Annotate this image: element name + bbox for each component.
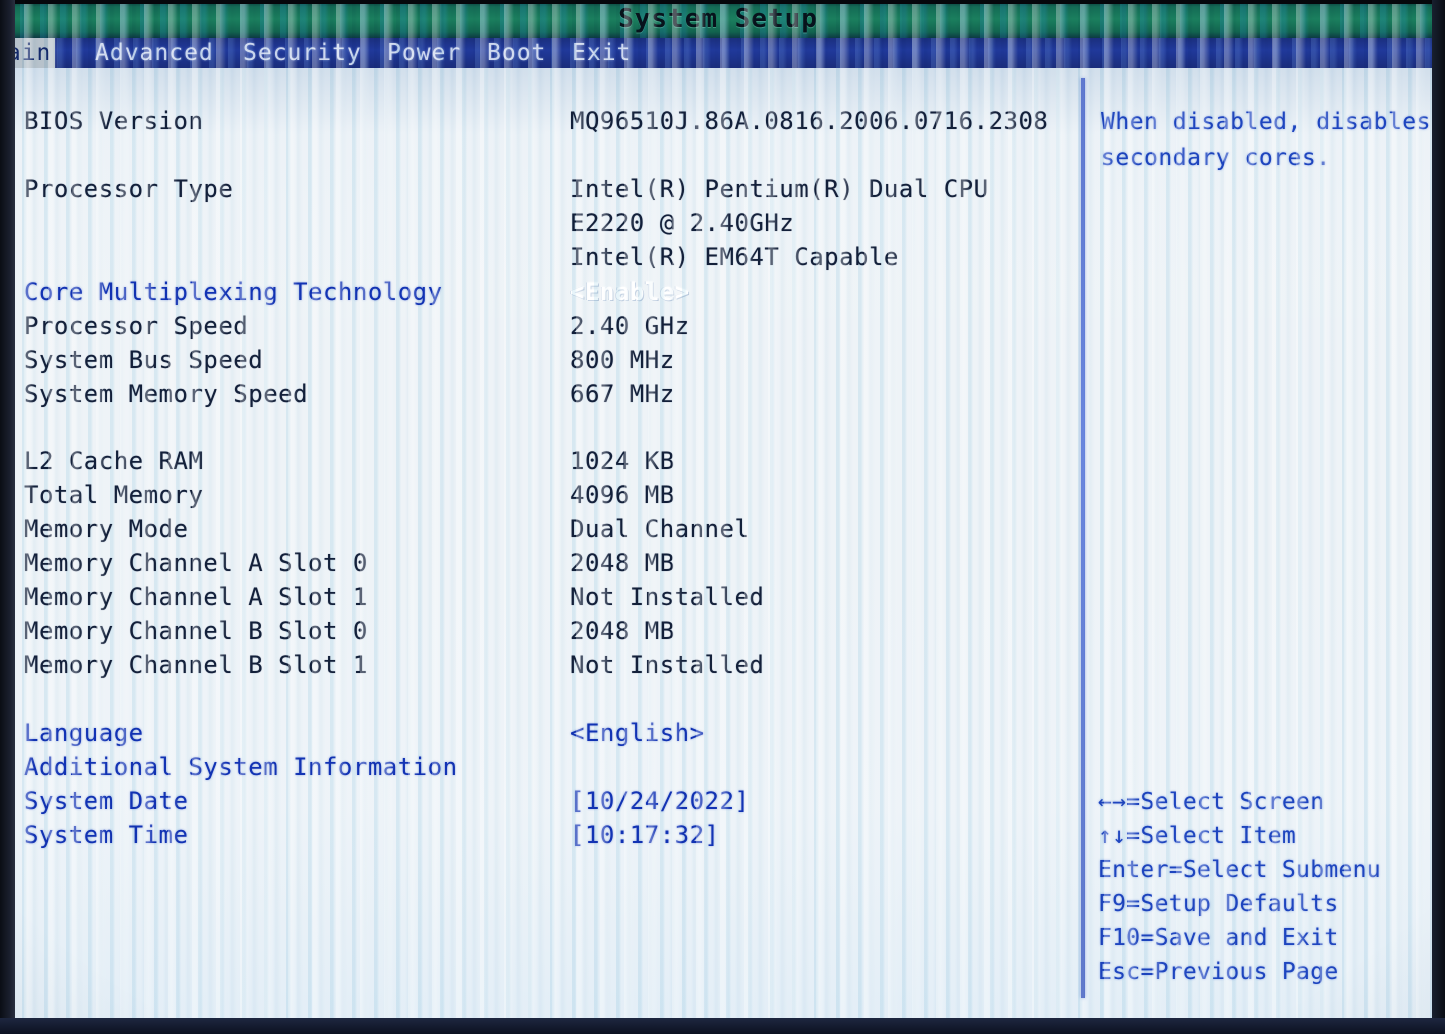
- menu-tab-boot[interactable]: Boot: [487, 38, 546, 68]
- help-line: When disabled, disables: [1101, 104, 1436, 140]
- setting-value: Dual Channel: [570, 512, 749, 546]
- setting-label: Processor Type: [24, 172, 233, 206]
- legend-setup-defaults: F9=Setup Defaults: [1098, 887, 1436, 921]
- menu-tab-security[interactable]: Security: [243, 38, 362, 68]
- setting-label[interactable]: System Date: [24, 784, 188, 818]
- legend-select-item: ↑↓=Select Item: [1098, 819, 1436, 853]
- setting-value[interactable]: [10/24/2022]: [570, 784, 749, 818]
- setting-value: MQ96510J.86A.0816.2006.0716.2308: [570, 104, 1048, 138]
- setting-label: Memory Mode: [24, 512, 188, 546]
- title-bar: System Setup: [0, 0, 1436, 38]
- menu-bar-sheen: [0, 38, 1436, 68]
- setting-label[interactable]: Language: [24, 716, 144, 750]
- page-title: System Setup: [0, 0, 1436, 38]
- help-panel-divider: [1081, 78, 1085, 998]
- setting-value: 667 MHz: [570, 377, 675, 411]
- setting-value[interactable]: <English>: [570, 716, 705, 750]
- screen-bezel-bottom: [0, 1018, 1445, 1034]
- setting-value: Intel(R) EM64T Capable: [570, 240, 899, 274]
- legend-select-screen: ←→=Select Screen: [1098, 785, 1436, 819]
- setting-label[interactable]: System Time: [24, 818, 188, 852]
- menu-tab-exit[interactable]: Exit: [572, 38, 631, 68]
- setting-label: System Memory Speed: [24, 377, 308, 411]
- menu-tab-power[interactable]: Power: [387, 38, 461, 68]
- setting-value: 800 MHz: [570, 343, 675, 377]
- setting-label[interactable]: Additional System Information: [24, 750, 458, 784]
- setting-value[interactable]: [10:17:32]: [570, 818, 720, 852]
- setting-label: L2 Cache RAM: [24, 444, 203, 478]
- setting-value: 1024 KB: [570, 444, 675, 478]
- setting-value: 2048 MB: [570, 546, 675, 580]
- help-description: When disabled, disables secondary cores.: [1101, 104, 1436, 176]
- menu-bar[interactable]: Main Advanced Security Power Boot Exit: [0, 38, 1436, 68]
- setting-label: Processor Speed: [24, 309, 248, 343]
- legend-previous-page: Esc=Previous Page: [1098, 955, 1436, 989]
- legend-save-and-exit: F10=Save and Exit: [1098, 921, 1436, 955]
- setting-value: 2.40 GHz: [570, 309, 690, 343]
- setting-value: Not Installed: [570, 648, 764, 682]
- crt-display-area: System Setup Main Advanced Security Powe…: [0, 0, 1436, 1020]
- legend-select-submenu: Enter=Select Submenu: [1098, 853, 1436, 887]
- setting-value[interactable]: <Enable>: [570, 275, 690, 309]
- setting-label: Memory Channel A Slot 1: [24, 580, 368, 614]
- setting-label: Memory Channel B Slot 0: [24, 614, 368, 648]
- setting-value: Intel(R) Pentium(R) Dual CPU: [570, 172, 989, 206]
- help-line: secondary cores.: [1101, 140, 1436, 176]
- key-legend: ←→=Select Screen ↑↓=Select Item Enter=Se…: [1098, 785, 1436, 989]
- setting-label: Memory Channel B Slot 1: [24, 648, 368, 682]
- setting-label: Total Memory: [24, 478, 203, 512]
- setting-value: 4096 MB: [570, 478, 675, 512]
- setting-label: System Bus Speed: [24, 343, 263, 377]
- setting-label: BIOS Version: [24, 104, 203, 138]
- setting-value: 2048 MB: [570, 614, 675, 648]
- menu-tab-main[interactable]: Main: [0, 38, 55, 68]
- setting-label[interactable]: Core Multiplexing Technology: [24, 275, 443, 309]
- setting-value: E2220 @ 2.40GHz: [570, 206, 794, 240]
- setting-label: Memory Channel A Slot 0: [24, 546, 368, 580]
- menu-tab-advanced[interactable]: Advanced: [95, 38, 214, 68]
- setting-value: Not Installed: [570, 580, 764, 614]
- bios-setup-screen: System Setup Main Advanced Security Powe…: [0, 0, 1445, 1034]
